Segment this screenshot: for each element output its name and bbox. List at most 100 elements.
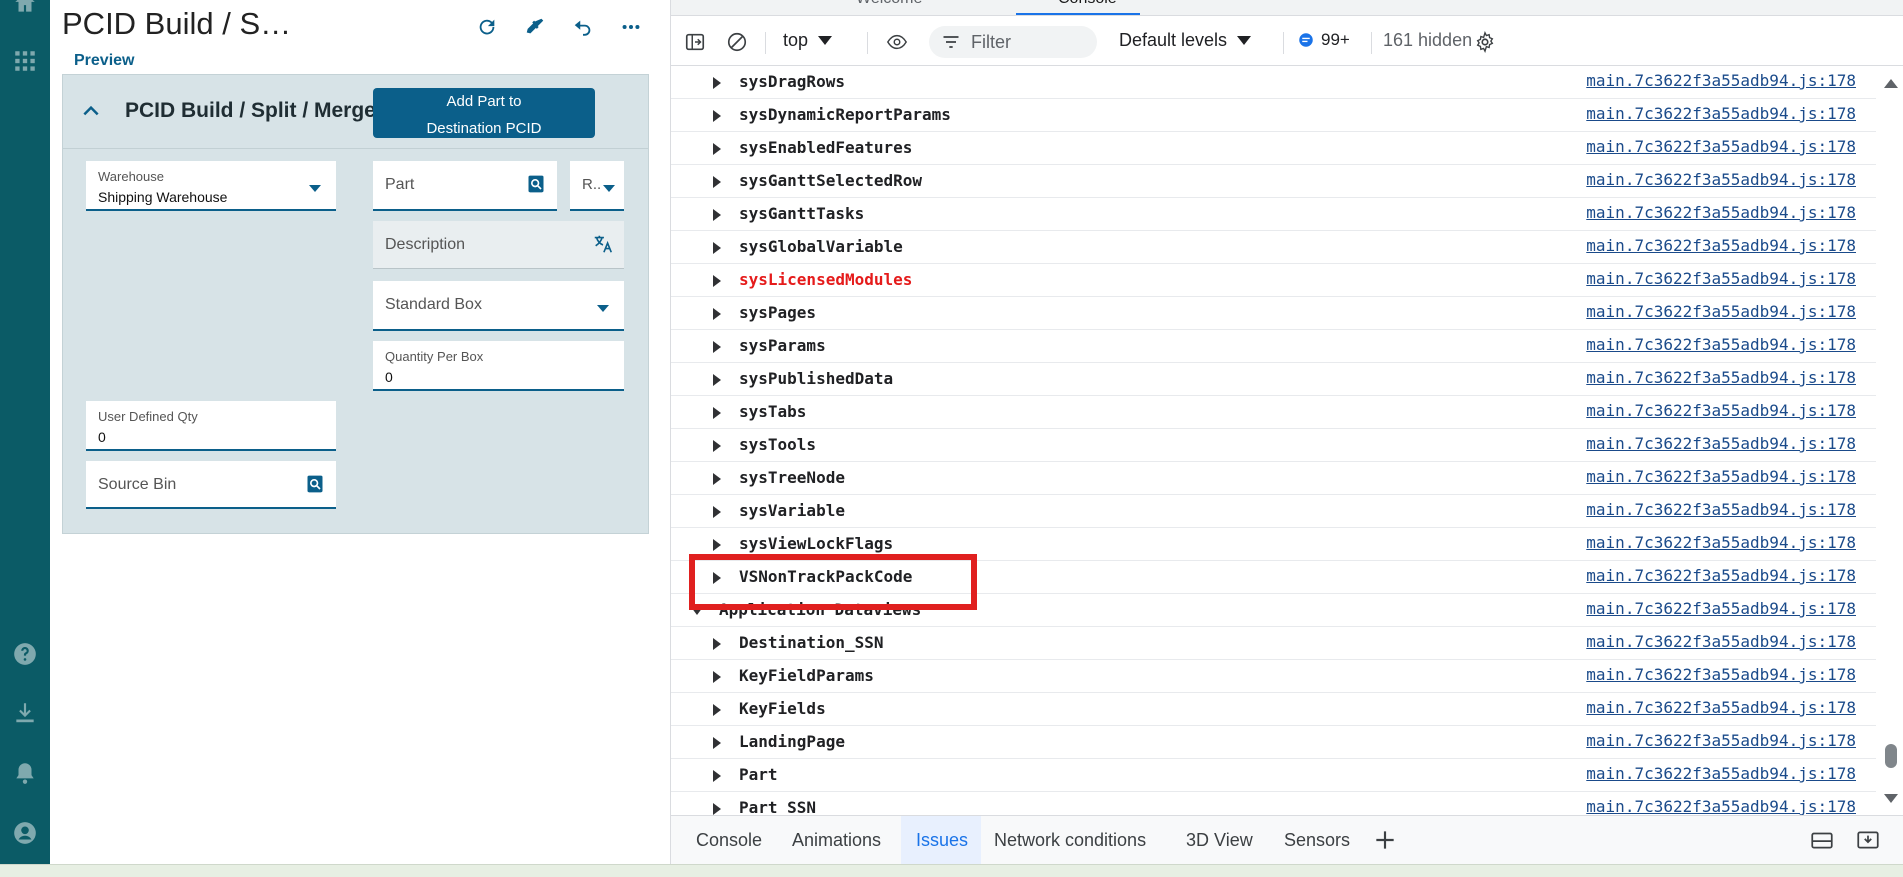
drawer-tab-3d-view[interactable]: 3D View bbox=[1186, 830, 1253, 851]
expand-arrow-right-icon[interactable] bbox=[713, 374, 721, 386]
translate-icon[interactable] bbox=[592, 233, 614, 255]
expand-arrow-right-icon[interactable] bbox=[713, 770, 721, 782]
console-row[interactable]: sysGanttTasks main.7c3622f3a55adb94.js:17… bbox=[671, 198, 1876, 231]
source-link[interactable]: main.7c3622f3a55adb94.js:178 bbox=[1586, 170, 1856, 189]
source-link[interactable]: main.7c3622f3a55adb94.js:178 bbox=[1586, 71, 1856, 90]
undo-button[interactable] bbox=[568, 12, 598, 42]
drawer-tab-issues[interactable]: Issues bbox=[916, 830, 968, 851]
settings-gear-icon[interactable] bbox=[1471, 28, 1499, 56]
download-icon[interactable] bbox=[8, 696, 42, 730]
console-row[interactable]: sysDragRows main.7c3622f3a55adb94.js:178 bbox=[671, 67, 1876, 99]
source-link[interactable]: main.7c3622f3a55adb94.js:178 bbox=[1586, 797, 1856, 815]
console-row[interactable]: KeyFieldParams main.7c3622f3a55adb94.js:1… bbox=[671, 660, 1876, 693]
more-options-button[interactable] bbox=[616, 12, 646, 42]
filter-input[interactable]: Filter bbox=[929, 26, 1097, 58]
expand-arrow-right-icon[interactable] bbox=[713, 275, 721, 287]
box-type-select[interactable]: Standard Box bbox=[373, 281, 624, 331]
drawer-tab-console[interactable]: Console bbox=[696, 830, 762, 851]
console-row[interactable]: KeyFields main.7c3622f3a55adb94.js:178 bbox=[671, 693, 1876, 726]
eye-icon[interactable] bbox=[883, 28, 911, 56]
undock-drawer-icon[interactable] bbox=[1809, 827, 1835, 853]
console-row[interactable]: sysGanttSelectedRow main.7c3622f3a55adb94… bbox=[671, 165, 1876, 198]
expand-arrow-right-icon[interactable] bbox=[713, 242, 721, 254]
source-link[interactable]: main.7c3622f3a55adb94.js:178 bbox=[1586, 368, 1856, 387]
console-row[interactable]: sysEnabledFeatures main.7c3622f3a55adb94.… bbox=[671, 132, 1876, 165]
expand-arrow-right-icon[interactable] bbox=[713, 407, 721, 419]
source-link[interactable]: main.7c3622f3a55adb94.js:178 bbox=[1586, 104, 1856, 123]
source-link[interactable]: main.7c3622f3a55adb94.js:178 bbox=[1586, 731, 1856, 750]
expand-arrow-right-icon[interactable] bbox=[713, 77, 721, 89]
expand-arrow-right-icon[interactable] bbox=[713, 440, 721, 452]
source-link[interactable]: main.7c3622f3a55adb94.js:178 bbox=[1586, 764, 1856, 783]
source-link[interactable]: main.7c3622f3a55adb94.js:178 bbox=[1586, 137, 1856, 156]
console-row[interactable]: sysLicensedModules main.7c3622f3a55adb94.… bbox=[671, 264, 1876, 297]
log-levels-select[interactable]: Default levels bbox=[1119, 30, 1252, 51]
console-row[interactable]: sysParams main.7c3622f3a55adb94.js:178 bbox=[671, 330, 1876, 363]
expand-arrow-right-icon[interactable] bbox=[713, 506, 721, 518]
drawer-tab-network-conditions[interactable]: Network conditions bbox=[994, 830, 1146, 851]
expand-arrow-right-icon[interactable] bbox=[713, 638, 721, 650]
expand-arrow-right-icon[interactable] bbox=[713, 704, 721, 716]
source-link[interactable]: main.7c3622f3a55adb94.js:178 bbox=[1586, 599, 1856, 618]
console-row[interactable]: sysTreeNode main.7c3622f3a55adb94.js:178 bbox=[671, 462, 1876, 495]
source-link[interactable]: main.7c3622f3a55adb94.js:178 bbox=[1586, 632, 1856, 651]
source-link[interactable]: main.7c3622f3a55adb94.js:178 bbox=[1586, 500, 1856, 519]
search-icon[interactable] bbox=[525, 173, 547, 195]
console-row[interactable]: sysGlobalVariable main.7c3622f3a55adb94.j… bbox=[671, 231, 1876, 264]
tab-console[interactable]: Console bbox=[1058, 0, 1117, 8]
source-bin-input[interactable]: Source Bin bbox=[86, 461, 336, 509]
console-row[interactable]: Destination_SSN main.7c3622f3a55adb94.js:… bbox=[671, 627, 1876, 660]
drawer-tab-sensors[interactable]: Sensors bbox=[1284, 830, 1350, 851]
clear-button[interactable] bbox=[520, 12, 550, 42]
console-row[interactable]: sysTabs main.7c3622f3a55adb94.js:178 bbox=[671, 396, 1876, 429]
scroll-thumb[interactable] bbox=[1885, 744, 1897, 768]
expand-arrow-right-icon[interactable] bbox=[713, 176, 721, 188]
expand-arrow-right-icon[interactable] bbox=[713, 737, 721, 749]
source-link[interactable]: main.7c3622f3a55adb94.js:178 bbox=[1586, 434, 1856, 453]
user-defined-qty-field[interactable]: User Defined Qty 0 bbox=[86, 401, 336, 451]
context-select[interactable]: top bbox=[783, 30, 833, 51]
notifications-icon[interactable] bbox=[8, 756, 42, 790]
source-link[interactable]: main.7c3622f3a55adb94.js:178 bbox=[1586, 335, 1856, 354]
apps-grid-icon[interactable] bbox=[8, 44, 42, 78]
console-row[interactable]: sysTools main.7c3622f3a55adb94.js:178 bbox=[671, 429, 1876, 462]
tab-welcome[interactable]: Welcome bbox=[856, 0, 922, 8]
source-link[interactable]: main.7c3622f3a55adb94.js:178 bbox=[1586, 467, 1856, 486]
search-icon[interactable] bbox=[304, 473, 326, 495]
refresh-button[interactable] bbox=[472, 12, 502, 42]
expand-arrow-right-icon[interactable] bbox=[713, 671, 721, 683]
expand-arrow-right-icon[interactable] bbox=[713, 803, 721, 815]
drawer-tab-animations[interactable]: Animations bbox=[792, 830, 881, 851]
scroll-up-icon[interactable] bbox=[1884, 79, 1898, 88]
account-icon[interactable] bbox=[8, 816, 42, 850]
add-part-button[interactable]: Add Part to Destination PCID bbox=[373, 88, 595, 138]
source-link[interactable]: main.7c3622f3a55adb94.js:178 bbox=[1586, 302, 1856, 321]
expand-arrow-right-icon[interactable] bbox=[713, 143, 721, 155]
close-drawer-icon[interactable] bbox=[1855, 827, 1881, 853]
source-link[interactable]: main.7c3622f3a55adb94.js:178 bbox=[1586, 236, 1856, 255]
console-row[interactable]: sysVariable main.7c3622f3a55adb94.js:178 bbox=[671, 495, 1876, 528]
source-link[interactable]: main.7c3622f3a55adb94.js:178 bbox=[1586, 203, 1856, 222]
part-input[interactable]: Part bbox=[373, 161, 557, 211]
console-row[interactable]: sysPublishedData main.7c3622f3a55adb94.js… bbox=[671, 363, 1876, 396]
clear-console-icon[interactable] bbox=[723, 28, 751, 56]
console-row[interactable]: Part main.7c3622f3a55adb94.js:178 bbox=[671, 759, 1876, 792]
source-link[interactable]: main.7c3622f3a55adb94.js:178 bbox=[1586, 665, 1856, 684]
messages-count-badge[interactable]: 99+ bbox=[1297, 30, 1350, 50]
sidebar-toggle-icon[interactable] bbox=[681, 28, 709, 56]
home-icon[interactable] bbox=[8, 0, 42, 20]
warehouse-select[interactable]: Warehouse Shipping Warehouse bbox=[86, 161, 336, 211]
console-row[interactable]: Part_SSN main.7c3622f3a55adb94.js:178 bbox=[671, 792, 1876, 815]
console-row[interactable]: LandingPage main.7c3622f3a55adb94.js:178 bbox=[671, 726, 1876, 759]
expand-arrow-right-icon[interactable] bbox=[713, 209, 721, 221]
help-icon[interactable] bbox=[8, 637, 42, 671]
expand-arrow-right-icon[interactable] bbox=[713, 539, 721, 551]
console-row[interactable]: sysDynamicReportParams main.7c3622f3a55ad… bbox=[671, 99, 1876, 132]
add-tab-icon[interactable] bbox=[1372, 827, 1398, 853]
console-scrollbar[interactable] bbox=[1877, 67, 1903, 815]
source-link[interactable]: main.7c3622f3a55adb94.js:178 bbox=[1586, 566, 1856, 585]
console-row[interactable]: sysPages main.7c3622f3a55adb94.js:178 bbox=[671, 297, 1876, 330]
chevron-up-icon[interactable] bbox=[81, 101, 101, 121]
scroll-down-icon[interactable] bbox=[1884, 794, 1898, 803]
source-link[interactable]: main.7c3622f3a55adb94.js:178 bbox=[1586, 269, 1856, 288]
